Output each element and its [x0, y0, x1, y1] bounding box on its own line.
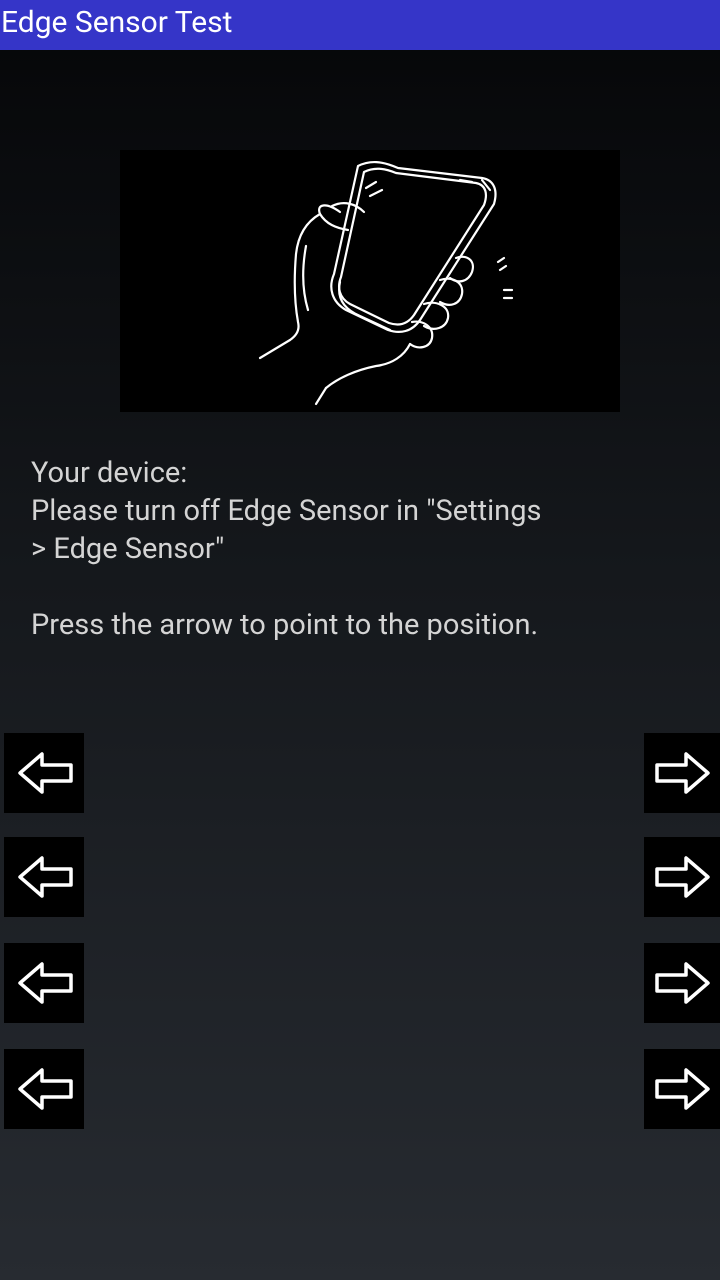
hand-holding-phone-icon: [120, 150, 620, 412]
right-arrow-button-3[interactable]: [644, 943, 720, 1023]
right-arrow-button-4[interactable]: [644, 1049, 720, 1129]
right-arrow-icon: [655, 962, 710, 1004]
app-bar: Edge Sensor Test: [0, 0, 720, 50]
left-arrow-icon: [18, 752, 73, 794]
left-arrow-icon: [18, 856, 73, 898]
left-arrow-icon: [18, 962, 73, 1004]
right-arrow-icon: [655, 856, 710, 898]
app-title: Edge Sensor Test: [1, 5, 233, 40]
left-arrow-button-4[interactable]: [4, 1049, 84, 1129]
left-arrow-button-1[interactable]: [4, 733, 84, 813]
right-arrow-button-1[interactable]: [644, 733, 720, 813]
press-arrow-hint: Press the arrow to point to the position…: [31, 608, 539, 642]
right-arrow-icon: [655, 1068, 710, 1110]
turn-off-message: Please turn off Edge Sensor in "Settings…: [31, 494, 542, 566]
left-arrow-icon: [18, 1068, 73, 1110]
left-arrow-button-3[interactable]: [4, 943, 84, 1023]
right-arrow-button-2[interactable]: [644, 837, 720, 917]
device-label: Your device:: [31, 456, 188, 490]
instructions: Your device: Please turn off Edge Sensor…: [31, 454, 671, 644]
right-arrow-icon: [655, 752, 710, 794]
left-arrow-button-2[interactable]: [4, 837, 84, 917]
